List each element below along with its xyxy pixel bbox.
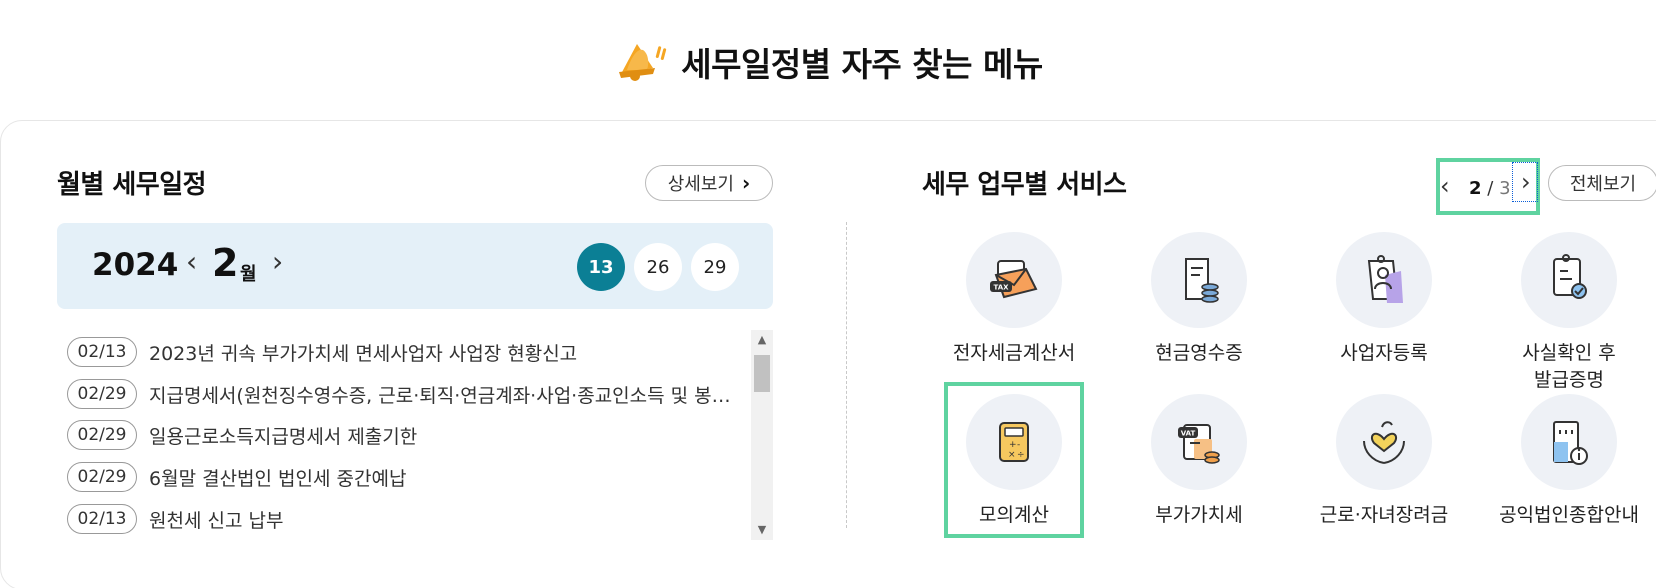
service-label: 공익법인종합안내 xyxy=(1499,504,1639,526)
view-all-button[interactable]: 전체보기 xyxy=(1548,165,1656,201)
service-label: 사실확인 후 발급증명 xyxy=(1522,342,1616,391)
list-item[interactable]: 02/29 일용근로소득지급명세서 제출기한 xyxy=(67,420,747,450)
schedule-text: 일용근로소득지급명세서 제출기한 xyxy=(149,425,418,448)
list-item[interactable]: 02/13 2023년 귀속 부가가치세 면세사업자 사업장 현황신고 xyxy=(67,337,747,367)
detail-button[interactable]: 상세보기 › xyxy=(645,165,773,201)
schedule-scrollbar[interactable]: ▲ ▼ xyxy=(751,330,773,540)
calendar-month-unit: 월 xyxy=(240,264,257,285)
service-e-tax-invoice[interactable]: TAX 전자세금계산서 xyxy=(939,232,1089,367)
service-earned-income-credit[interactable]: 근로·자녀장려금 xyxy=(1309,394,1459,529)
selection-highlight xyxy=(944,382,1084,538)
schedule-text: 2023년 귀속 부가가치세 면세사업자 사업장 현황신고 xyxy=(149,342,578,365)
svg-text:VAT: VAT xyxy=(1181,430,1196,438)
receipt-coins-icon xyxy=(1185,258,1219,303)
date-tag: 02/29 xyxy=(67,420,137,450)
date-tag: 02/13 xyxy=(67,504,137,534)
schedule-list: 02/13 2023년 귀속 부가가치세 면세사업자 사업장 현황신고 02/2… xyxy=(57,330,773,540)
day-chip-29[interactable]: 29 xyxy=(691,243,739,291)
prev-month-arrow-icon[interactable]: ‹ xyxy=(186,245,197,278)
date-tag: 02/29 xyxy=(67,462,137,492)
building-info-icon xyxy=(1553,421,1588,465)
detail-button-label: 상세보기 xyxy=(667,174,734,195)
schedule-title: 월별 세무일정 xyxy=(57,170,207,200)
bell-icon xyxy=(619,44,667,81)
column-divider xyxy=(846,222,847,528)
list-item[interactable]: 02/29 지급명세서(원천징수영수증, 근로·퇴직·연금계좌·사업·종교인소득… xyxy=(67,379,747,409)
business-registration-icon xyxy=(1367,255,1403,303)
scroll-down-arrow-icon[interactable]: ▼ xyxy=(751,520,773,540)
date-tag: 02/29 xyxy=(67,379,137,409)
vat-document-icon: VAT xyxy=(1178,424,1220,464)
scroll-thumb[interactable] xyxy=(754,355,770,392)
calendar-month: 2 xyxy=(212,241,239,285)
page-title: 세무일정별 자주 찾는 메뉴 xyxy=(681,45,1043,84)
service-business-registration[interactable]: 사업자등록 xyxy=(1309,232,1459,367)
service-public-interest-corp[interactable]: 공익법인종합안내 xyxy=(1494,394,1644,529)
schedule-text: 원천세 신고 납부 xyxy=(149,509,284,532)
service-label: 사업자등록 xyxy=(1340,342,1428,364)
next-month-arrow-icon[interactable]: › xyxy=(272,245,283,278)
day-chip-13[interactable]: 13 xyxy=(577,243,625,291)
pager-separator: / xyxy=(1487,178,1494,199)
pager-current: 2 xyxy=(1469,178,1482,199)
service-label: 현금영수증 xyxy=(1155,342,1243,364)
list-item[interactable]: 02/29 6월말 결산법인 법인세 중간예납 xyxy=(67,462,747,492)
certificate-check-icon xyxy=(1553,254,1587,299)
svg-text:TAX: TAX xyxy=(993,284,1009,292)
service-label: 근로·자녀장려금 xyxy=(1319,504,1449,526)
page-header: 세무일정별 자주 찾는 메뉴 xyxy=(0,30,1656,94)
pager-total: 3 xyxy=(1499,178,1511,199)
focus-ring xyxy=(1512,162,1538,202)
calendar-year: 2024 xyxy=(92,247,179,283)
services-title: 세무 업무별 서비스 xyxy=(922,170,1127,200)
schedule-text: 6월말 결산법인 법인세 중간예납 xyxy=(149,467,407,490)
service-label: 부가가치세 xyxy=(1155,504,1243,526)
service-fact-certificate[interactable]: 사실확인 후 발급증명 xyxy=(1494,232,1644,394)
calendar-bar: 2024 ‹ 2 월 › 13 26 29 xyxy=(57,223,773,309)
day-chip-26[interactable]: 26 xyxy=(634,243,682,291)
service-cash-receipt[interactable]: 현금영수증 xyxy=(1124,232,1274,367)
service-vat[interactable]: VAT 부가가치세 xyxy=(1124,394,1274,529)
tax-envelope-icon: TAX xyxy=(990,260,1038,299)
chevron-right-icon: › xyxy=(742,171,751,195)
scroll-up-arrow-icon[interactable]: ▲ xyxy=(751,330,773,350)
view-all-label: 전체보기 xyxy=(1569,174,1637,195)
schedule-text: 지급명세서(원천징수영수증, 근로·퇴직·연금계좌·사업·종교인소득 및 봉사료… xyxy=(149,384,747,407)
pager-indicator: 2 / 3 xyxy=(1469,178,1511,199)
service-label: 전자세금계산서 xyxy=(952,342,1076,364)
list-item[interactable]: 02/13 원천세 신고 납부 xyxy=(67,504,747,534)
pager-prev-icon[interactable]: ‹ xyxy=(1440,172,1450,200)
hands-heart-icon xyxy=(1363,421,1405,464)
date-tag: 02/13 xyxy=(67,337,137,367)
